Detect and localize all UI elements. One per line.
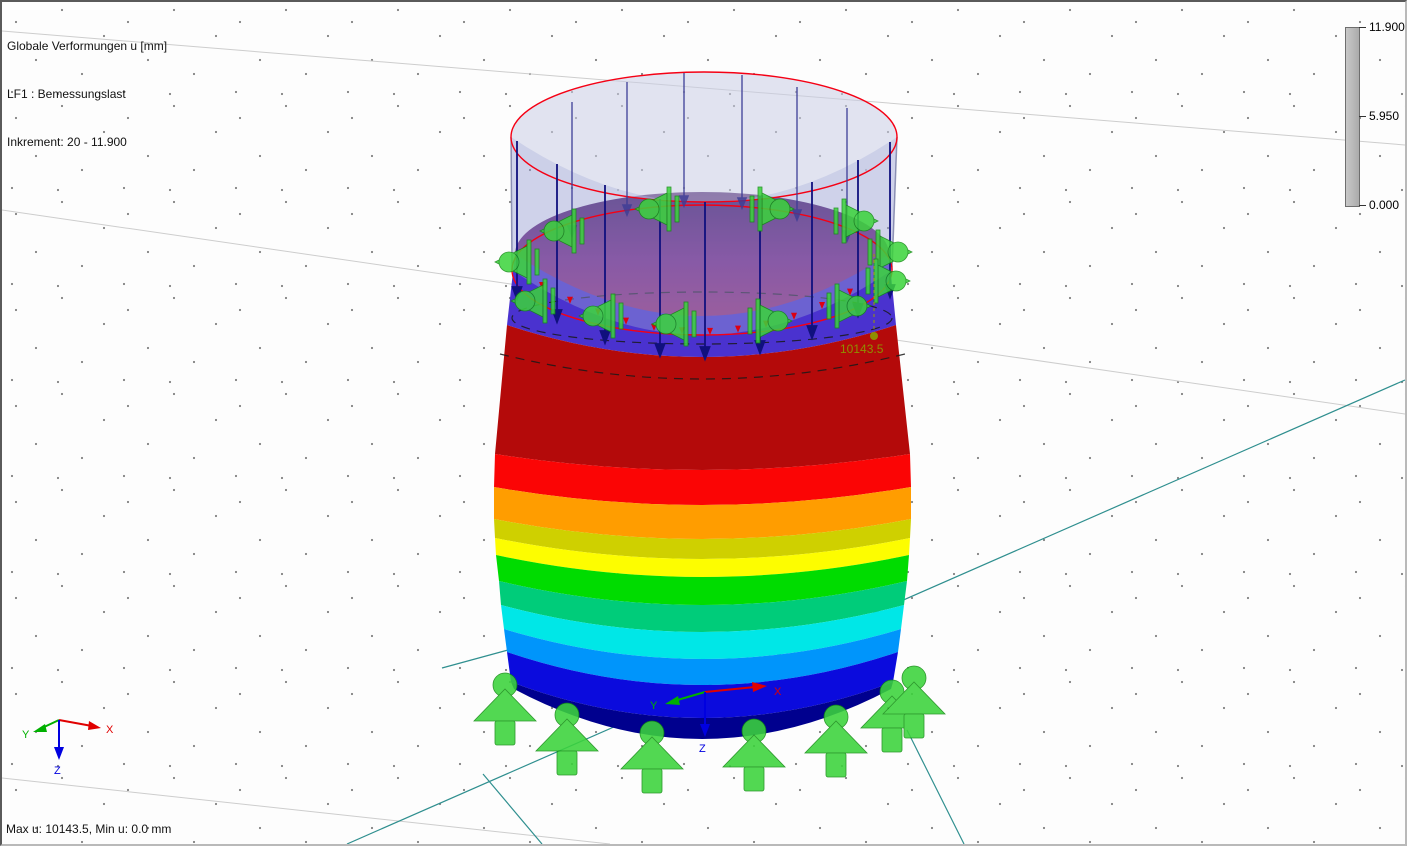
status-bar: Max u: 10143.5, Min u: 0.0 mm <box>6 822 172 836</box>
model-axis-y-label: Y <box>650 700 658 712</box>
rfem-3d-viewport: 10143.5 X Y Z X Y Z Globale Verformungen… <box>0 0 1407 846</box>
load-top-ellipse <box>510 71 898 203</box>
result-title: Globale Verformungen u [mm] <box>7 39 168 53</box>
scene-3d[interactable]: 10143.5 X Y Z X Y Z <box>2 2 1405 844</box>
model-axis-x-label: X <box>774 686 782 698</box>
scale-label-max: 11.900 <box>1369 20 1405 34</box>
max-value-label: 10143.5 <box>840 342 884 356</box>
result-increment: Inkrement: 20 - 11.900 <box>7 135 127 149</box>
global-axis-x-label: X <box>106 724 114 736</box>
global-axis-y-label: Y <box>22 729 30 741</box>
scale-label-mid: 5.950 <box>1369 109 1400 123</box>
increment-scale-bar: 11.900 5.950 0.000 <box>1343 20 1405 217</box>
max-point-marker <box>870 332 878 340</box>
scale-bar-track <box>1345 27 1360 207</box>
model-axis-z-label: Z <box>699 743 706 755</box>
scale-tick <box>1359 27 1366 28</box>
global-axis-z-label: Z <box>54 765 61 777</box>
scale-tick <box>1359 205 1366 206</box>
result-loadcase: LF1 : Bemessungslast <box>7 87 126 101</box>
scale-label-min: 0.000 <box>1369 198 1400 212</box>
scale-tick <box>1359 116 1366 117</box>
result-info-panel: Globale Verformungen u [mm] LF1 : Bemess… <box>7 6 167 182</box>
